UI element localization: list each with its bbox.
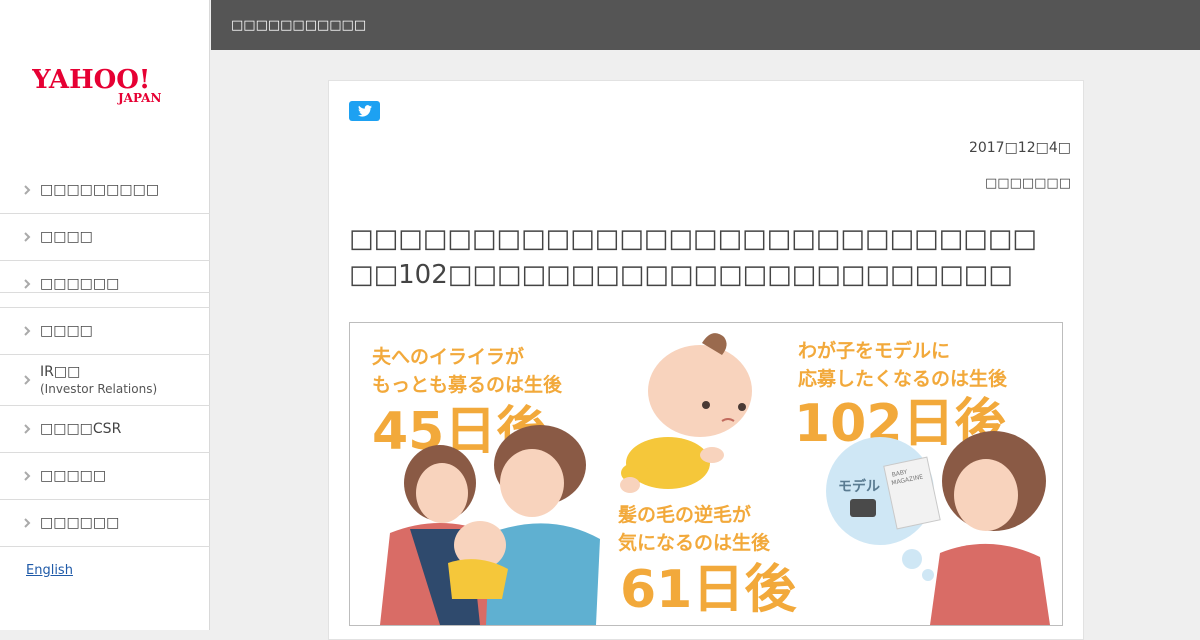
sidebar-item-label: □□□□ [40,323,93,339]
mother-illustration: モデル BABY MAGAZINE [826,431,1050,625]
sidebar-item-label: □□□□□□□□□ [40,182,160,198]
sidebar-item-4[interactable]: IR□□ (Investor Relations) [0,355,210,406]
chevron-right-icon [24,279,31,289]
sidebar-item-7[interactable]: □□□□□□ [0,500,210,547]
header-title[interactable]: □□□□□□□□□□□ [231,18,366,33]
sidebar-item-2[interactable]: □□□□□□ [0,261,210,308]
sidebar-item-label: □□□□CSR [40,421,122,437]
infographic-big-number: 61日後 [620,560,797,620]
article-headline: □□□□□□□□□□□□□□□□□□□□□□□□□□□□ □□102□□□□□□… [349,221,1049,293]
article-department: □□□□□□□ [985,176,1071,191]
infographic-image: 夫へのイライラが もっとも募るのは生後 45日後 わが子をモデルに 応募したくな… [372,333,1050,625]
sidebar-item-label: □□□□□□ [40,515,120,531]
sidebar: YAHOO! JAPAN □□□□□□□□□ □□□□ □□□□□□ □□□□ … [0,0,210,630]
sidebar-nav: □□□□□□□□□ □□□□ □□□□□□ □□□□ IR□□ (Investo… [0,167,210,547]
headline-line-1: □□□□□□□□□□□□□□□□□□□□□□□□□□□□ [349,224,1037,254]
sidebar-item-0[interactable]: □□□□□□□□□ [0,167,210,214]
infographic-text: 気になるのは生後 [618,531,771,554]
english-link[interactable]: English [26,563,73,578]
infographic-text: 夫へのイライラが [372,345,524,368]
camera-icon [850,499,876,517]
chevron-right-icon [24,471,31,481]
article-date: 2017□12□4□ [968,140,1071,156]
chevron-right-icon [24,232,31,242]
tweet-button[interactable] [349,101,380,121]
chevron-right-icon [24,375,31,385]
bubble-text: モデル [838,478,880,495]
twitter-icon [357,105,372,117]
chevron-right-icon [24,185,31,195]
sidebar-item-sublabel: (Investor Relations) [40,382,158,396]
headline-line-2: □□102□□□□□□□□□□□□□□□□□□□□□□□ [349,260,1013,290]
infographic-text: 応募したくなるのは生後 [798,367,1008,390]
sidebar-item-label: □□□□ [40,229,93,245]
chevron-right-icon [24,326,31,336]
sidebar-item-label: □□□□□ [40,468,107,484]
yahoo-japan-logo[interactable]: YAHOO! JAPAN [32,64,182,108]
sidebar-item-3[interactable]: □□□□ [0,308,210,355]
sidebar-item-label: □□□□□□ [40,276,120,292]
sidebar-item-5[interactable]: □□□□CSR [0,406,210,453]
sidebar-item-6[interactable]: □□□□□ [0,453,210,500]
hero-infographic: 夫へのイライラが もっとも募るのは生後 45日後 わが子をモデルに 応募したくな… [349,322,1063,626]
infographic-text: 髪の毛の逆毛が [617,503,751,526]
chevron-right-icon [24,518,31,528]
header-bar: □□□□□□□□□□□ [211,0,1200,50]
logo-sub: JAPAN [117,91,161,105]
baby-illustration [620,333,752,493]
sidebar-item-label: IR□□ [40,364,81,380]
sidebar-item-1[interactable]: □□□□ [0,214,210,261]
infographic-text: もっとも募るのは生後 [372,373,563,396]
chevron-right-icon [24,424,31,434]
infographic-text: わが子をモデルに [798,339,950,362]
article-card: 2017□12□4□ □□□□□□□ □□□□□□□□□□□□□□□□□□□□□… [328,80,1084,640]
